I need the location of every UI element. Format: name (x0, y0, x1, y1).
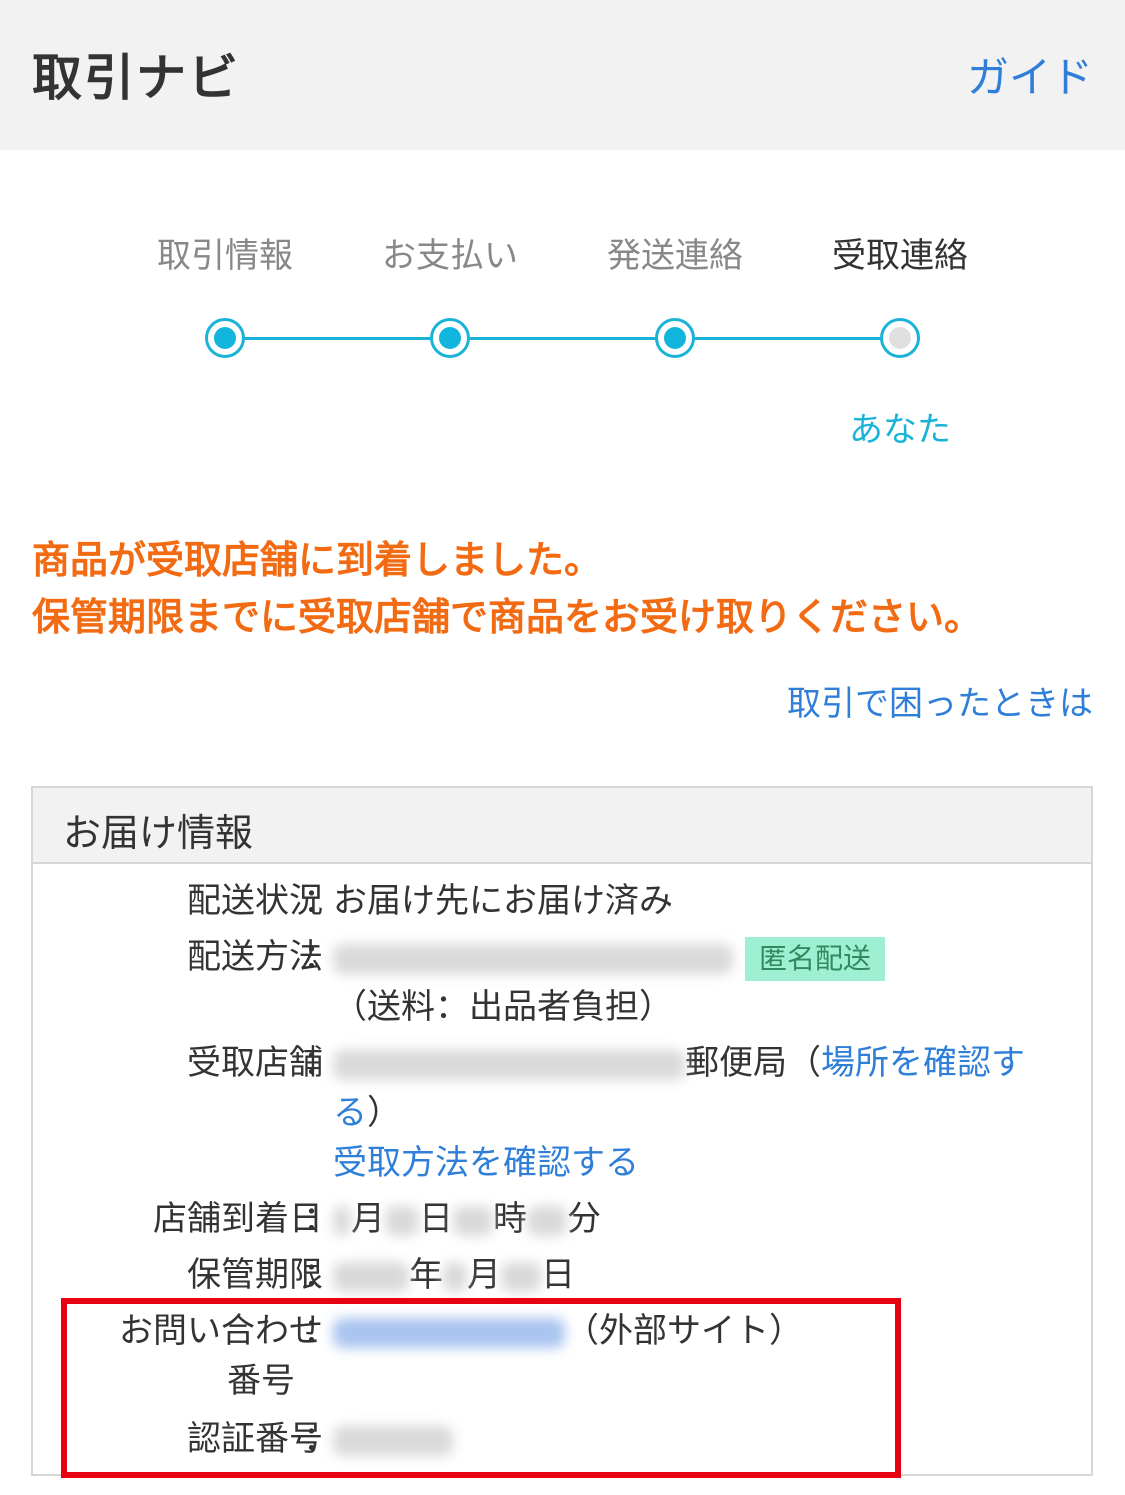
step-label-shipping: 発送連絡 (607, 236, 743, 276)
blurred-minute (527, 1205, 567, 1236)
progress-steps: 取引情報 お支払い 発送連絡 受取連絡 あなた (0, 0, 1125, 460)
value-shipping-fee: （送料：出品者負担） (333, 987, 673, 1027)
blurred-month (443, 1261, 467, 1292)
colon: ： (303, 1043, 337, 1083)
label-shipping-method: 配送方法 (187, 937, 323, 977)
value-pickup-store-cont: る） (333, 1088, 401, 1138)
check-pickup-method-link[interactable]: 受取方法を確認する (333, 1138, 639, 1188)
label-storage-deadline: 保管期限 (187, 1255, 323, 1295)
paren-open: （ (787, 1043, 821, 1083)
step-label-transaction-info: 取引情報 (157, 236, 293, 276)
value-delivery-status: お届け先にお届け済み (333, 881, 673, 921)
panel-title: お届け情報 (63, 811, 254, 855)
paren-close: ） (367, 1093, 401, 1133)
step-label-payment: お支払い (382, 236, 518, 276)
blurred-day (501, 1261, 541, 1292)
step-dot-done (430, 318, 470, 358)
highlight-box (61, 1298, 901, 1478)
colon: ： (303, 881, 337, 921)
blurred-hour (453, 1205, 493, 1236)
store-suffix: 郵便局 (685, 1043, 787, 1083)
value-arrival-date: 月日時分 (333, 1194, 601, 1244)
colon: ： (303, 1199, 337, 1239)
current-role-label: あなた (849, 410, 951, 450)
panel-header: お届け情報 (33, 788, 1091, 864)
step-label-receipt: 受取連絡 (832, 236, 968, 276)
blurred-year (333, 1261, 409, 1292)
label-pickup-store: 受取店舗 (187, 1043, 323, 1083)
blurred-shipping-method (333, 943, 733, 974)
value-shipping-method: 匿名配送 (333, 932, 886, 982)
value-pickup-store: 郵便局（場所を確認す (333, 1038, 1025, 1088)
unit-minute: 分 (567, 1199, 601, 1239)
anonymous-shipping-badge: 匿名配送 (745, 936, 886, 981)
unit-day: 日 (541, 1255, 575, 1295)
step-dot-done (205, 318, 245, 358)
value-storage-deadline: 年月日 (333, 1250, 575, 1300)
unit-year: 年 (409, 1255, 443, 1295)
blurred-store-name (333, 1049, 685, 1080)
check-location-link[interactable]: 場所を確認す (821, 1043, 1025, 1083)
unit-day: 日 (419, 1199, 453, 1239)
label-delivery-status: 配送状況 (187, 881, 323, 921)
notice-line-2: 保管期限までに受取店舗で商品をお受け取りください。 (32, 595, 983, 639)
step-dot-current (880, 318, 920, 358)
blurred-month (333, 1205, 351, 1236)
blurred-day (385, 1205, 419, 1236)
unit-month: 月 (351, 1199, 385, 1239)
check-location-link-cont[interactable]: る (333, 1093, 367, 1133)
unit-hour: 時 (493, 1199, 527, 1239)
arrival-notice: 商品が受取店舗に到着しました。 保管期限までに受取店舗で商品をお受け取りください… (32, 532, 982, 646)
step-dot-done (655, 318, 695, 358)
colon: ： (303, 1255, 337, 1295)
notice-line-1: 商品が受取店舗に到着しました。 (32, 538, 603, 582)
unit-month: 月 (467, 1255, 501, 1295)
colon: ： (303, 937, 337, 977)
step-connector-line (225, 337, 900, 340)
help-link[interactable]: 取引で困ったときは (787, 676, 1093, 725)
label-arrival-date: 店舗到着日 (153, 1199, 323, 1239)
